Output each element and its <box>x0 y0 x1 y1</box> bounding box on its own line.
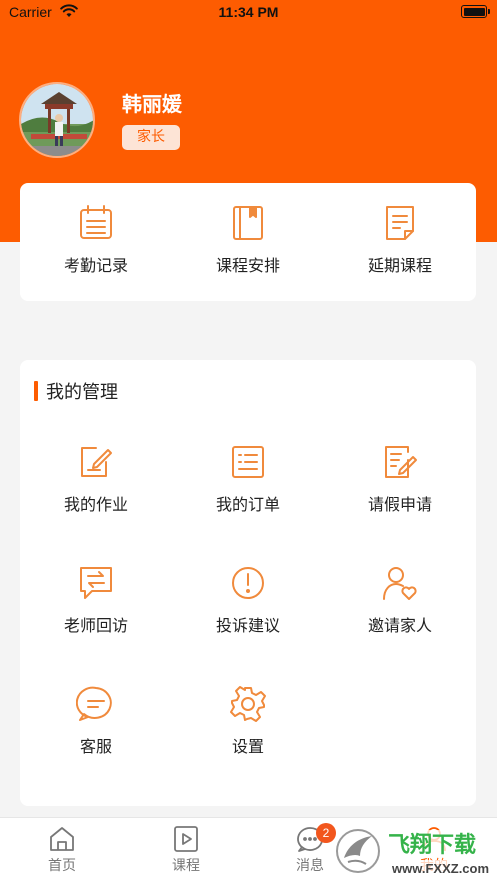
quick-action-label: 延期课程 <box>367 256 432 275</box>
svg-text:飞翔下载: 飞翔下载 <box>388 832 476 858</box>
manage-item-leave-request[interactable]: 请假申请 <box>324 442 476 515</box>
tab-label: 首页 <box>48 858 76 874</box>
clock: 11:34 PM <box>218 4 279 20</box>
quick-action-label: 考勤记录 <box>63 256 128 275</box>
section-title: 我的管理 <box>34 378 118 404</box>
chat-bubble-icon <box>76 686 112 721</box>
manage-item-label: 老师回访 <box>63 616 128 635</box>
document-icon <box>386 206 414 240</box>
manage-item-invite-family[interactable]: 邀请家人 <box>324 563 476 636</box>
quick-action-attendance[interactable]: 考勤记录 <box>20 203 172 276</box>
gear-icon <box>230 686 266 722</box>
manage-item-homework[interactable]: 我的作业 <box>20 442 172 515</box>
manage-item-label: 投诉建议 <box>215 616 280 635</box>
manage-item-label: 我的作业 <box>63 495 128 514</box>
quick-action-label: 课程安排 <box>215 256 280 275</box>
user-name: 韩丽媛 <box>122 92 182 116</box>
manage-item-teacher-visit[interactable]: 老师回访 <box>20 563 172 636</box>
book-icon <box>233 206 263 240</box>
quick-actions-card: 考勤记录 课程安排 延期课程 <box>20 183 476 301</box>
calendar-icon <box>80 205 112 239</box>
watermark-graphic: 飞翔下载 www.FXXZ.com <box>333 826 489 876</box>
manage-item-complaint[interactable]: 投诉建议 <box>172 563 324 636</box>
tab-label: 课程 <box>172 858 200 874</box>
avatar[interactable] <box>19 82 95 158</box>
tab-home[interactable]: 首页 <box>0 824 124 875</box>
exclamation-icon <box>232 567 264 599</box>
tab-courses[interactable]: 课程 <box>124 824 248 875</box>
management-card: 我的管理 我的作业 我的订单 请假申请 老师回访 投诉建议 邀请家人 客服 设置 <box>20 360 476 806</box>
watermark-logo: 飞翔下载 www.FXXZ.com <box>330 822 490 880</box>
manage-item-label: 邀请家人 <box>367 616 432 635</box>
role-badge: 家长 <box>122 125 180 150</box>
status-bar: Carrier 11:34 PM <box>0 0 497 26</box>
video-course-icon <box>174 826 198 852</box>
manage-item-orders[interactable]: 我的订单 <box>172 442 324 515</box>
battery-icon <box>461 5 490 18</box>
svg-text:www.FXXZ.com: www.FXXZ.com <box>391 861 489 876</box>
quick-action-schedule[interactable]: 课程安排 <box>172 203 324 276</box>
home-icon <box>50 827 74 851</box>
manage-item-customer-service[interactable]: 客服 <box>20 684 172 757</box>
leave-form-icon <box>385 446 417 478</box>
quick-action-postponed[interactable]: 延期课程 <box>324 203 476 276</box>
manage-item-label: 我的订单 <box>215 495 280 514</box>
manage-item-label: 客服 <box>79 737 112 756</box>
edit-icon <box>81 447 112 477</box>
exchange-message-icon <box>80 567 112 599</box>
manage-item-label: 请假申请 <box>367 495 432 514</box>
manage-item-settings[interactable]: 设置 <box>172 684 324 757</box>
manage-item-label: 设置 <box>231 737 264 756</box>
invite-family-icon <box>383 567 417 600</box>
order-icon <box>232 446 264 478</box>
